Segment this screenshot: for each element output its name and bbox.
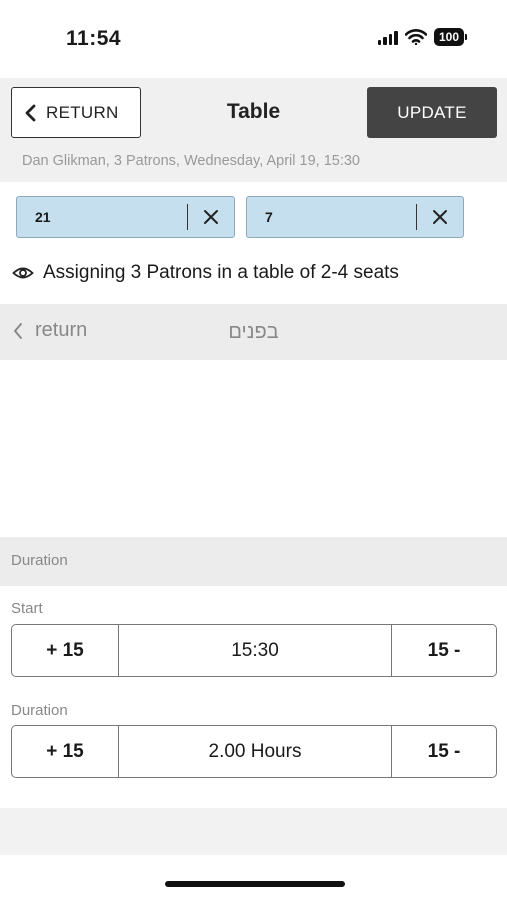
start-label: Start — [11, 600, 43, 617]
chevron-left-icon — [14, 322, 22, 339]
remove-table-button[interactable] — [188, 209, 234, 225]
assignment-info: Assigning 3 Patrons in a table of 2-4 se… — [12, 262, 399, 284]
table-chip-number: 21 — [35, 209, 51, 225]
start-decrease-button[interactable]: 15 - — [392, 625, 496, 676]
close-icon — [433, 210, 447, 224]
home-indicator[interactable] — [165, 881, 345, 887]
start-stepper: + 15 15:30 15 - — [11, 624, 497, 677]
duration-section-label: Duration — [11, 552, 68, 569]
wifi-icon — [404, 29, 427, 45]
duration-value: 2.00 Hours — [118, 726, 392, 777]
start-increase-button[interactable]: + 15 — [12, 625, 118, 676]
return-button[interactable]: RETURN — [11, 87, 141, 138]
duration-increase-button[interactable]: + 15 — [12, 726, 118, 777]
status-bar: 11:54 100 — [0, 0, 507, 78]
eye-icon — [12, 267, 34, 279]
assignment-text: Assigning 3 Patrons in a table of 2-4 se… — [43, 262, 399, 283]
cellular-signal-icon — [377, 30, 398, 45]
status-icons: 100 — [377, 28, 467, 46]
duration-stepper: + 15 2.00 Hours 15 - — [11, 725, 497, 778]
table-chip[interactable]: 21 — [16, 196, 235, 238]
area-navigation: return בפנים — [0, 304, 507, 360]
chevron-left-icon — [25, 104, 36, 121]
area-return-button[interactable]: return — [13, 319, 87, 342]
duration-decrease-button[interactable]: 15 - — [392, 726, 496, 777]
bottom-band — [0, 808, 507, 855]
table-chip-number: 7 — [265, 209, 273, 225]
duration-section-header: Duration — [0, 537, 507, 586]
battery-icon: 100 — [433, 28, 467, 46]
remove-table-button[interactable] — [417, 209, 463, 225]
duration-label: Duration — [11, 702, 68, 719]
update-button[interactable]: UPDATE — [367, 87, 497, 138]
close-icon — [204, 210, 218, 224]
header: RETURN Table UPDATE Dan Glikman, 3 Patro… — [0, 78, 507, 182]
area-return-label: return — [35, 319, 88, 341]
table-chip[interactable]: 7 — [246, 196, 464, 238]
reservation-summary: Dan Glikman, 3 Patrons, Wednesday, April… — [22, 153, 360, 169]
return-button-label: RETURN — [46, 102, 119, 122]
status-time: 11:54 — [66, 27, 122, 50]
battery-level: 100 — [433, 28, 464, 46]
start-value: 15:30 — [118, 625, 392, 676]
